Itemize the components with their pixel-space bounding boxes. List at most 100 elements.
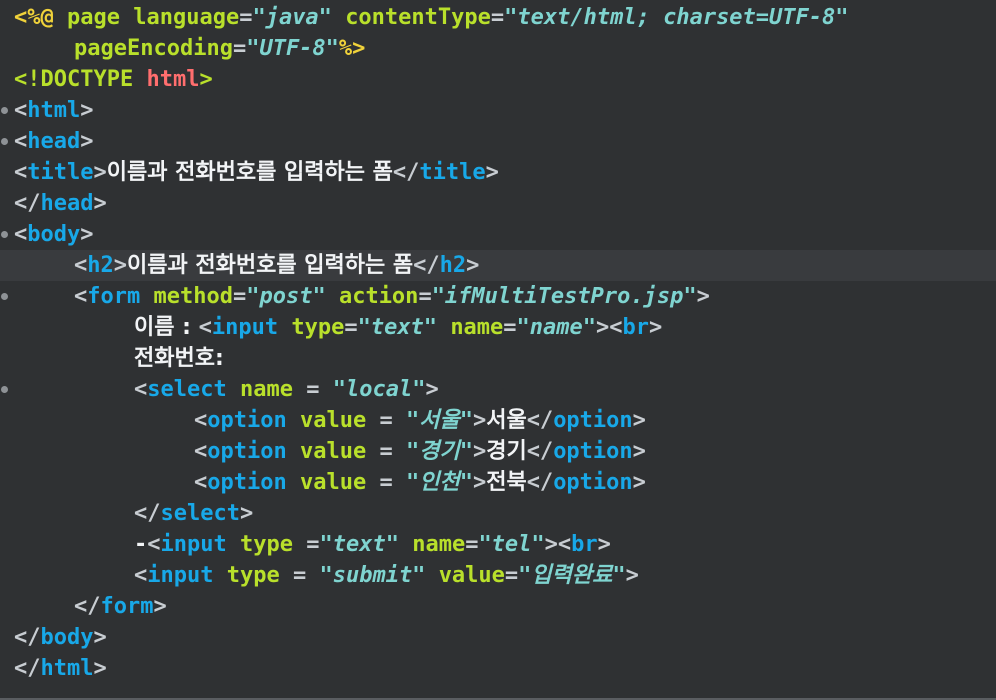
code-content: </html> xyxy=(14,653,107,684)
code-content: <%@ page language="java" contentType="te… xyxy=(14,2,849,33)
fold-marker-icon[interactable] xyxy=(1,107,8,114)
code-line[interactable]: </form> xyxy=(0,591,996,622)
text-content: 경기 xyxy=(486,439,527,464)
tag-name: select xyxy=(147,377,227,402)
code-line[interactable]: <h2>이름과 전화번호를 입력하는 폼</h2> xyxy=(0,250,996,281)
code-line[interactable]: <option value = "서울">서울</option> xyxy=(0,405,996,436)
string-literal: "submit" xyxy=(319,563,426,588)
attribute-name: value xyxy=(299,408,367,433)
code-line[interactable]: 이름 : <input type="text" name="name"><br> xyxy=(0,312,996,343)
punctuation: < xyxy=(134,377,148,402)
code-content: <html> xyxy=(14,95,93,126)
punctuation: < xyxy=(74,253,88,278)
punctuation: </ xyxy=(14,656,41,681)
string-literal: "ifMultiTestPro.jsp" xyxy=(431,284,697,309)
gutter xyxy=(0,312,12,343)
gutter xyxy=(0,250,12,281)
code-line[interactable]: 전화번호: xyxy=(0,343,996,374)
code-line[interactable]: <option value = "경기">경기</option> xyxy=(0,436,996,467)
code-content: -<input type ="text" name="tel"><br> xyxy=(134,529,611,560)
code-line[interactable]: </head> xyxy=(0,188,996,219)
punctuation: > xyxy=(113,253,127,278)
punctuation: = xyxy=(366,470,406,495)
code-line[interactable]: -<input type ="text" name="tel"><br> xyxy=(0,529,996,560)
doctype: > xyxy=(199,67,213,92)
punctuation: > xyxy=(632,470,646,495)
punctuation: > xyxy=(597,532,611,557)
code-line[interactable]: </html> xyxy=(0,653,996,684)
punctuation: </ xyxy=(14,625,41,650)
operator: - xyxy=(134,532,148,557)
attribute-name: name xyxy=(450,315,504,340)
gutter xyxy=(0,560,12,591)
code-line[interactable]: pageEncoding="UTF-8"%> xyxy=(0,33,996,64)
code-line[interactable]: </body> xyxy=(0,622,996,653)
punctuation: < xyxy=(14,98,28,123)
punctuation: > xyxy=(485,160,499,185)
text-content: 이름과 전화번호를 입력하는 폼 xyxy=(127,253,414,278)
gutter xyxy=(0,33,12,64)
code-line[interactable]: <body> xyxy=(0,219,996,250)
attribute-name: value xyxy=(299,470,367,495)
text-content: 서울 xyxy=(486,408,527,433)
jsp-directive: %> xyxy=(338,36,366,61)
code-content: </body> xyxy=(14,622,107,653)
tag-name: form xyxy=(100,594,154,619)
tag-name: select xyxy=(160,501,240,526)
code-line[interactable]: </select> xyxy=(0,498,996,529)
code-line[interactable]: <option value = "인천">전북</option> xyxy=(0,467,996,498)
punctuation: = xyxy=(366,408,406,433)
string-literal: "인천" xyxy=(405,470,473,495)
fold-marker-icon[interactable] xyxy=(1,386,8,393)
tag-name: title xyxy=(27,160,94,185)
code-content: <body> xyxy=(14,219,93,250)
fold-marker-icon[interactable] xyxy=(1,293,8,300)
punctuation: >< xyxy=(596,315,623,340)
code-line[interactable]: <html> xyxy=(0,95,996,126)
punctuation: = xyxy=(418,284,432,309)
code-line[interactable]: <form method="post" action="ifMultiTestP… xyxy=(0,281,996,312)
fold-marker-icon[interactable] xyxy=(1,138,8,145)
gutter xyxy=(0,529,12,560)
punctuation: < xyxy=(194,408,208,433)
code-line[interactable]: <input type = "submit" value="입력완료"> xyxy=(0,560,996,591)
punctuation: < xyxy=(198,315,212,340)
code-content: <h2>이름과 전화번호를 입력하는 폼</h2> xyxy=(74,250,479,281)
string-literal: "경기" xyxy=(405,439,473,464)
punctuation: < xyxy=(14,222,28,247)
code-line[interactable]: <select name = "local"> xyxy=(0,374,996,405)
punctuation: > xyxy=(93,625,107,650)
attribute-name: page xyxy=(67,5,120,30)
tag-name: option xyxy=(553,439,633,464)
fold-marker-icon[interactable] xyxy=(1,231,8,238)
punctuation: </ xyxy=(526,408,554,433)
gutter xyxy=(0,405,12,436)
code-line[interactable]: <!DOCTYPE html> xyxy=(0,64,996,95)
string-literal: "text" xyxy=(357,315,438,340)
code-line[interactable]: <%@ page language="java" contentType="te… xyxy=(0,2,996,33)
string-literal: "name" xyxy=(516,315,597,340)
gutter xyxy=(0,126,12,157)
code-line[interactable]: <head> xyxy=(0,126,996,157)
attribute-name: name xyxy=(412,532,466,557)
doctype: <!DOCTYPE xyxy=(14,67,134,92)
code-editor[interactable]: <%@ page language="java" contentType="te… xyxy=(0,0,996,700)
tag-name: option xyxy=(207,408,287,433)
tag-name: option xyxy=(207,439,287,464)
punctuation: > xyxy=(93,656,107,681)
code-content: </select> xyxy=(134,498,253,529)
gutter xyxy=(0,591,12,622)
code-content: <title>이름과 전화번호를 입력하는 폼</title> xyxy=(14,157,499,188)
punctuation: = xyxy=(465,532,479,557)
code-line[interactable]: <title>이름과 전화번호를 입력하는 폼</title> xyxy=(0,157,996,188)
punctuation: < xyxy=(147,532,161,557)
gutter xyxy=(0,219,12,250)
